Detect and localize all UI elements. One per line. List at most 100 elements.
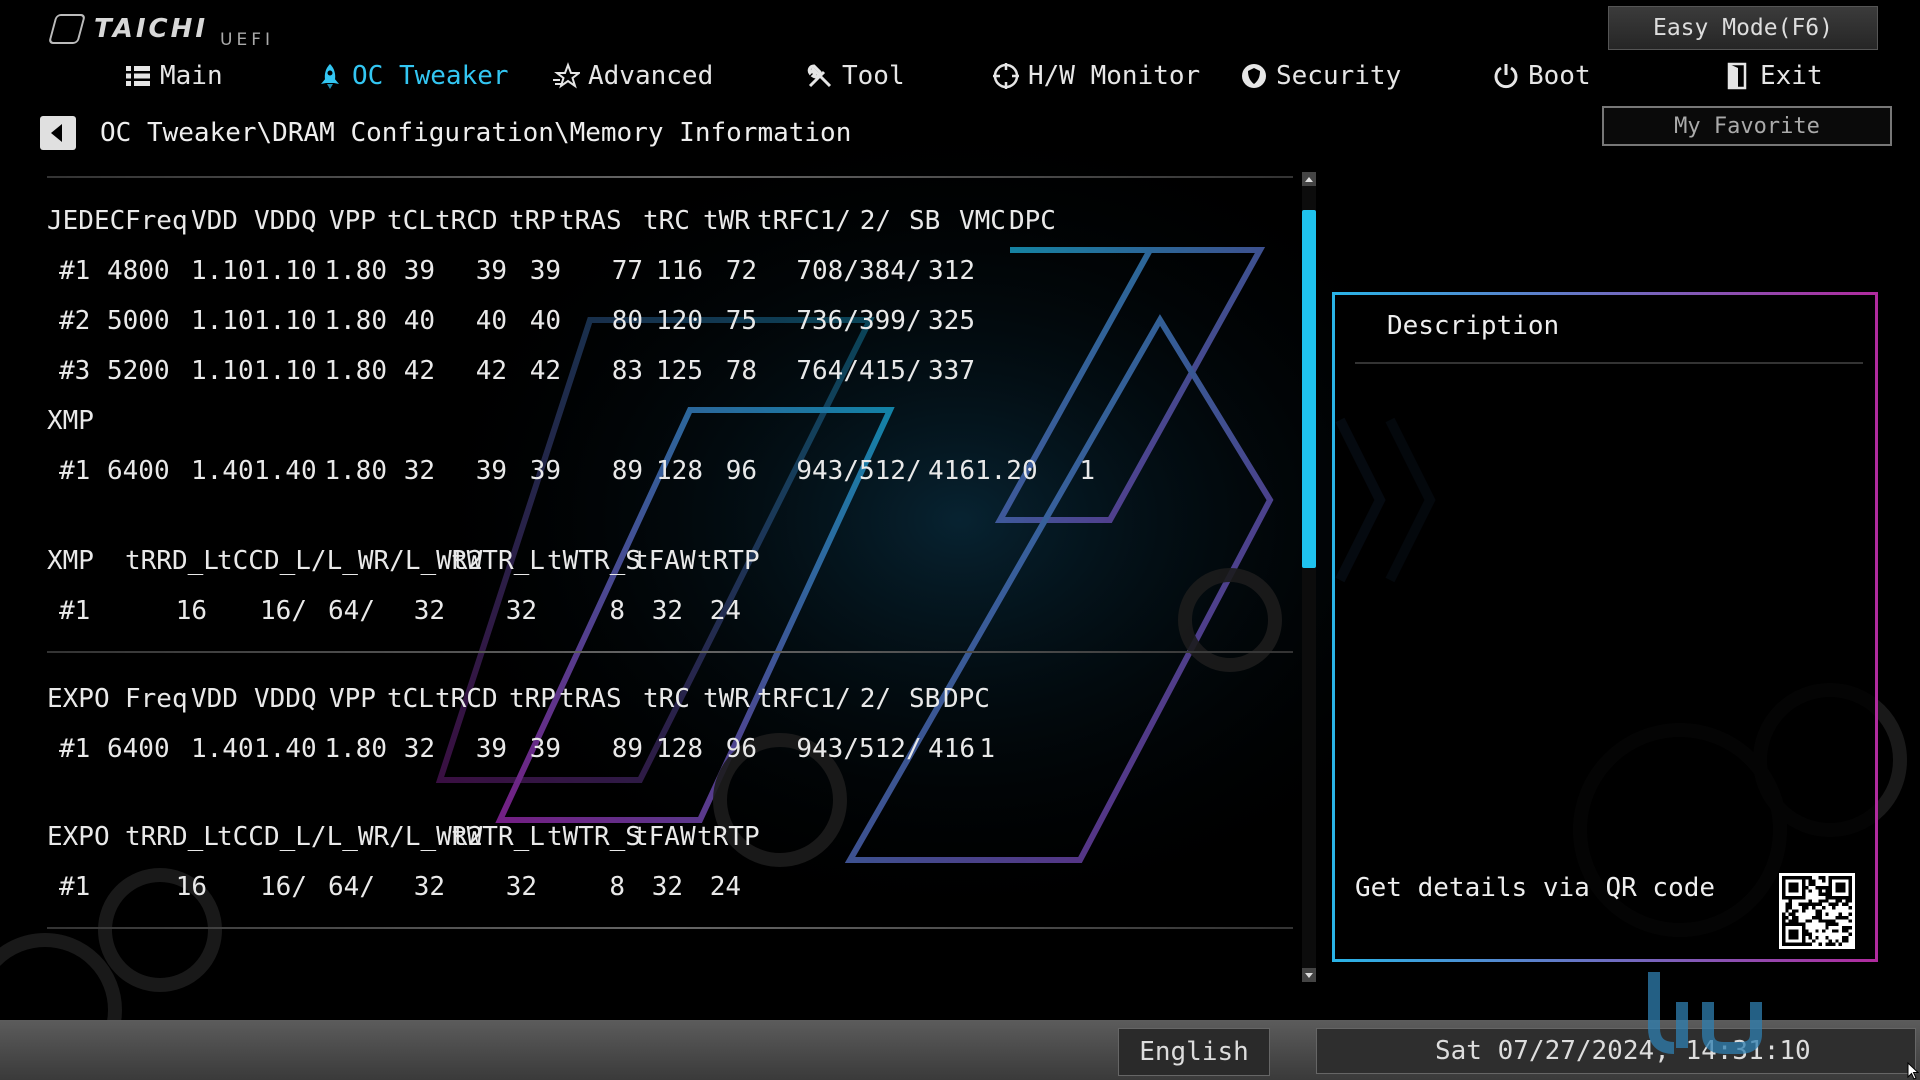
jedec-row-cell: 78	[725, 356, 757, 386]
xmp-row-cell: 32	[403, 456, 435, 486]
expo-header-row-cell: DPC	[943, 684, 990, 714]
my-favorite-button[interactable]: My Favorite	[1602, 106, 1892, 146]
jedec-row-cell: 1.10	[254, 356, 317, 386]
xmp-row-cell: 39	[475, 456, 507, 486]
jedec-header-row-cell: SB	[909, 206, 941, 236]
expo-timing-header-row-cell: tWTR_S	[547, 822, 641, 852]
jedec-row-cell: 39	[529, 256, 561, 286]
xmp-row-cell: 89	[611, 456, 643, 486]
jedec-row-cell: 40	[403, 306, 435, 336]
expo-timing-row-cell: 32	[413, 872, 445, 902]
xmp-row-cell: 943/	[796, 456, 859, 486]
tab-main[interactable]: Main	[124, 56, 223, 96]
tab-hw-monitor[interactable]: H/W Monitor	[992, 56, 1200, 96]
jedec-row-cell: 77	[611, 256, 643, 286]
jedec-row-cell: 337	[928, 356, 975, 386]
taichi-logo-mark	[47, 14, 87, 44]
jedec-row-cell: 42	[529, 356, 561, 386]
jedec-row-cell: 1.10	[191, 306, 254, 336]
expo-timing-header-row-cell: tWTR_L	[451, 822, 545, 852]
expo-timing-row-cell: 16/	[260, 872, 307, 902]
jedec-row-cell: 415/	[859, 356, 922, 386]
tab-tool[interactable]: Tool	[806, 56, 905, 96]
jedec-row-cell: 1.80	[324, 306, 387, 336]
jedec-row-cell: 399/	[859, 306, 922, 336]
xmp-row-cell: 416	[928, 456, 975, 486]
qr-code	[1779, 873, 1855, 949]
tab-exit[interactable]: Exit	[1724, 56, 1823, 96]
star-icon	[553, 62, 580, 89]
description-title: Description	[1387, 311, 1560, 341]
xmp-timing-row-cell: 32	[651, 596, 683, 626]
xmp-timing-row-cell: 32	[505, 596, 537, 626]
expo-row-cell: 1.40	[254, 734, 317, 764]
scroll-down-icon	[1305, 972, 1313, 978]
rocket-icon	[321, 64, 339, 89]
xmp-timing-row-cell: 16/	[260, 596, 307, 626]
jedec-row-cell: 116	[656, 256, 703, 286]
xmp-row-cell: 6400	[107, 456, 170, 486]
scroll-up-icon	[1305, 176, 1313, 182]
expo-timing-row-cell: 32	[651, 872, 683, 902]
expo-row-cell: 1	[979, 734, 995, 764]
expo-timing-row-cell: #1	[59, 872, 91, 902]
jedec-row-cell: 40	[475, 306, 507, 336]
jedec-row-cell: 125	[656, 356, 703, 386]
back-button[interactable]	[40, 116, 76, 150]
scrollbar-thumb[interactable]	[1302, 210, 1316, 568]
exit-icon	[1727, 62, 1747, 90]
tab-security-label: Security	[1276, 61, 1402, 91]
jedec-row-cell: 1.80	[324, 356, 387, 386]
language-selector[interactable]: English	[1118, 1028, 1270, 1076]
jedec-row-cell: 736/	[796, 306, 859, 336]
xmp-row-cell: 512/	[859, 456, 922, 486]
divider-bottom	[47, 927, 1293, 929]
easy-mode-button[interactable]: Easy Mode(F6)	[1608, 6, 1878, 50]
tab-advanced[interactable]: Advanced	[552, 56, 713, 96]
jedec-row-cell: 325	[928, 306, 975, 336]
xmp-row-cell: 96	[725, 456, 757, 486]
tab-boot[interactable]: Boot	[1492, 56, 1591, 96]
xmp-timing-row-cell: 16	[175, 596, 207, 626]
expo-timing-header-row-cell: tCCD_L/L_WR/L_WR2	[217, 822, 484, 852]
jedec-row-cell: 1.10	[191, 256, 254, 286]
expo-row-cell: 943/	[796, 734, 859, 764]
tab-oc-tweaker-label: OC Tweaker	[352, 61, 509, 91]
xmp-row-cell: 39	[529, 456, 561, 486]
expo-timing-header-row-cell: tRRD_L	[125, 822, 219, 852]
expo-row-cell: 96	[725, 734, 757, 764]
power-icon	[1494, 64, 1518, 89]
scroll-down-button[interactable]	[1302, 968, 1316, 982]
xmp-timing-header-row-cell: tRTP	[697, 546, 760, 576]
expo-row-cell: 89	[611, 734, 643, 764]
jedec-row-cell: 764/	[796, 356, 859, 386]
jedec-header-row-cell: tRC	[643, 206, 690, 236]
expo-header-row-cell: 2/	[859, 684, 891, 714]
shield-icon	[1242, 64, 1266, 88]
jedec-row-cell: 312	[928, 256, 975, 286]
jedec-row-cell: 384/	[859, 256, 922, 286]
expo-header-row-cell: tRFC1/	[757, 684, 851, 714]
expo-timing-header-row-cell: EXPO	[47, 822, 110, 852]
expo-row-cell: 39	[529, 734, 561, 764]
tab-security[interactable]: Security	[1240, 56, 1401, 96]
jedec-row-cell: 72	[725, 256, 757, 286]
xmp-timing-row-cell: 24	[709, 596, 741, 626]
expo-timing-header-row-cell: tRTP	[697, 822, 760, 852]
jedec-header-row-cell: DPC	[1009, 206, 1056, 236]
jedec-row-cell: 42	[403, 356, 435, 386]
jedec-row-cell: 83	[611, 356, 643, 386]
jedec-row-cell: 42	[475, 356, 507, 386]
jedec-row-cell: 708/	[796, 256, 859, 286]
jedec-header-row-cell: JEDEC	[47, 206, 126, 236]
scroll-up-button[interactable]	[1302, 172, 1316, 186]
jedec-row-cell: 80	[611, 306, 643, 336]
jedec-row-cell: 4800	[107, 256, 170, 286]
tab-hw-monitor-label: H/W Monitor	[1028, 61, 1201, 91]
jedec-header-row-cell: tRCD	[435, 206, 498, 236]
expo-timing-row-cell: 8	[609, 872, 625, 902]
jedec-row-cell: 5200	[107, 356, 170, 386]
monitor-icon	[993, 63, 1019, 89]
jedec-row-cell: 120	[656, 306, 703, 336]
tab-oc-tweaker[interactable]: OC Tweaker	[316, 56, 509, 96]
